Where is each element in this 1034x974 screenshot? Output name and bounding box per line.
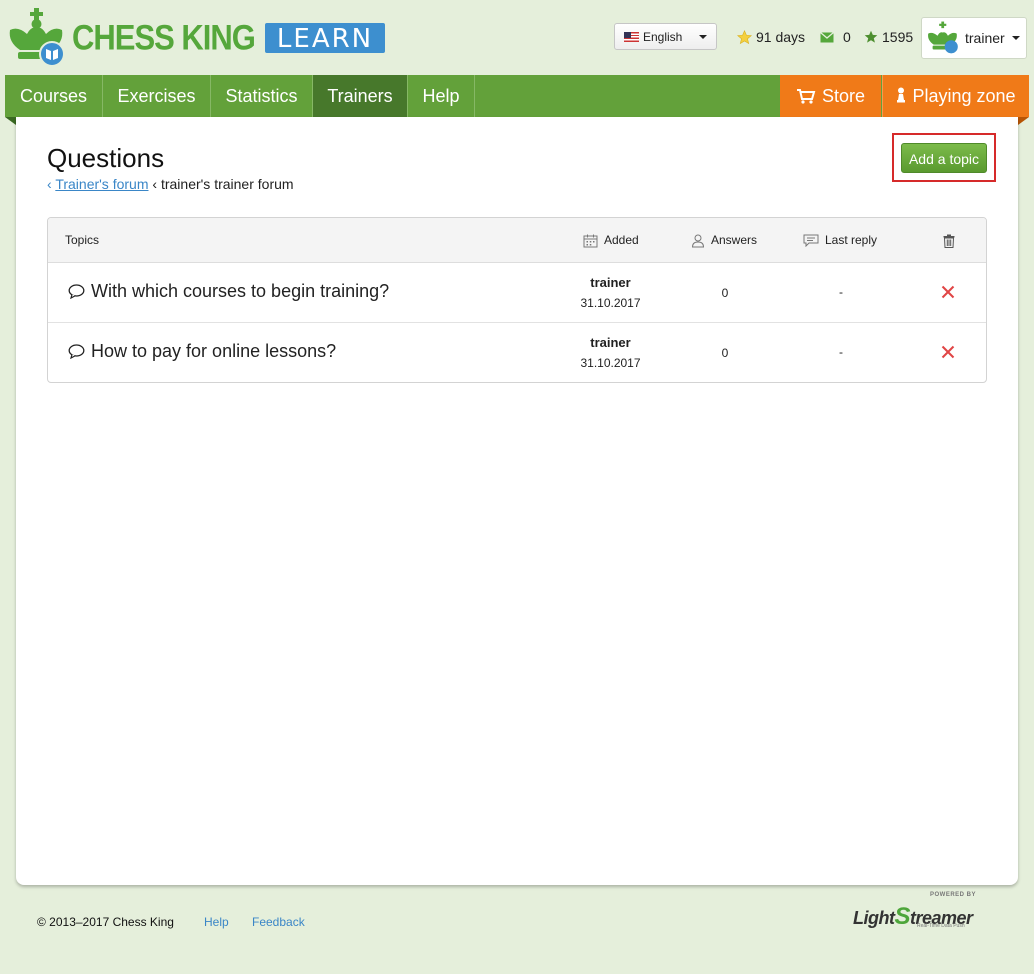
delete-icon[interactable]: [941, 285, 955, 299]
trash-icon: [943, 234, 955, 248]
topic-date: 31.10.2017: [580, 356, 641, 370]
table-row: How to pay for online lessons? trainer 3…: [48, 323, 986, 382]
header-answers-label: Answers: [711, 233, 758, 247]
rating[interactable]: 1595: [864, 29, 913, 45]
header-last-reply-label: Last reply: [825, 233, 878, 247]
nav-store[interactable]: Store: [780, 75, 881, 117]
breadcrumb: ‹ Trainer's forum ‹ trainer's trainer fo…: [47, 176, 294, 192]
star-green-icon: [864, 30, 878, 43]
lightstreamer-s: S: [894, 903, 910, 930]
nav-fold-right: [1018, 117, 1029, 125]
main-nav: Courses Exercises Statistics Trainers He…: [5, 75, 1029, 117]
content-panel: Questions ‹ Trainer's forum ‹ trainer's …: [16, 117, 1018, 885]
lightstreamer-tagline: Real-Time Data Push: [917, 923, 965, 929]
pawn-icon: [897, 87, 906, 103]
topics-table: Topics Added Answers Last reply With whi…: [47, 217, 987, 383]
days-label: 91 days: [756, 29, 806, 45]
comment-icon: [803, 234, 819, 247]
cart-icon: [796, 89, 816, 104]
topic-last-reply: -: [839, 345, 843, 359]
calendar-icon: [583, 234, 598, 247]
user-menu[interactable]: trainer: [921, 17, 1027, 59]
nav-fold-left: [5, 117, 16, 125]
subscription-days[interactable]: 91 days: [737, 29, 805, 45]
topic-author: trainer: [590, 335, 631, 350]
table-row: With which courses to begin training? tr…: [48, 263, 986, 323]
page-title: Questions: [47, 143, 165, 173]
header-answers: Answers: [691, 218, 757, 263]
header: CHESS KING LEARN English 91 days 0 1595 …: [0, 0, 1034, 74]
add-topic-button[interactable]: Add a topic: [901, 143, 987, 173]
topic-answers: 0: [721, 286, 729, 300]
store-label: Store: [821, 86, 866, 106]
topic-link[interactable]: With which courses to begin training?: [68, 281, 389, 302]
nav-help[interactable]: Help: [408, 75, 475, 117]
add-topic-highlight: Add a topic: [892, 133, 996, 182]
header-topics-label: Topics: [65, 233, 100, 247]
topic-date: 31.10.2017: [580, 296, 641, 310]
chevron-down-icon: [699, 35, 707, 39]
chevron-down-icon: [1012, 36, 1020, 40]
table-header: Topics Added Answers Last reply: [48, 218, 986, 263]
messages-count[interactable]: 0: [820, 29, 851, 45]
messages-label: 0: [843, 29, 851, 45]
breadcrumb-separator: ‹: [152, 176, 161, 192]
header-delete: [943, 218, 955, 263]
nav-statistics[interactable]: Statistics: [211, 75, 313, 117]
topic-link[interactable]: How to pay for online lessons?: [68, 341, 336, 362]
breadcrumb-current: trainer's trainer forum: [160, 176, 294, 192]
king-logo-icon: [9, 8, 65, 67]
header-added: Added: [583, 218, 639, 263]
logo-learn-badge: LEARN: [264, 23, 386, 54]
lightstreamer-light: Light: [853, 908, 895, 928]
delete-icon[interactable]: [941, 345, 955, 359]
logo-text: CHESS KING: [72, 17, 256, 58]
lightstreamer-logo[interactable]: POWERED BY LightStreamer Real-Time Data …: [852, 892, 982, 932]
rating-label: 1595: [882, 29, 914, 45]
us-flag-icon: [624, 31, 639, 42]
speech-bubble-icon: [68, 344, 85, 359]
topic-author: trainer: [590, 275, 631, 290]
speech-bubble-icon: [68, 284, 85, 299]
user-icon: [691, 234, 705, 247]
username: trainer: [965, 30, 1005, 46]
language-select[interactable]: English: [614, 23, 717, 50]
topic-last-reply: -: [839, 285, 843, 299]
chess-king-logo[interactable]: CHESS KING LEARN: [6, 8, 386, 68]
powered-by-label: POWERED BY: [930, 892, 977, 898]
avatar: [928, 21, 958, 54]
header-topics: Topics: [65, 218, 99, 263]
nav-trainers[interactable]: Trainers: [313, 75, 408, 117]
breadcrumb-link-trainers-forum[interactable]: Trainer's forum: [55, 176, 148, 192]
topic-title: How to pay for online lessons?: [91, 341, 337, 361]
footer-help-link[interactable]: Help: [204, 915, 229, 929]
nav-exercises[interactable]: Exercises: [103, 75, 211, 117]
playing-zone-label: Playing zone: [912, 86, 1016, 106]
language-label: English: [643, 29, 683, 44]
topic-answers: 0: [721, 346, 729, 360]
footer-copyright: © 2013–2017 Chess King: [37, 915, 174, 929]
nav-playing-zone[interactable]: Playing zone: [882, 75, 1029, 117]
topic-title: With which courses to begin training?: [91, 281, 390, 301]
nav-courses[interactable]: Courses: [5, 75, 103, 117]
footer-feedback-link[interactable]: Feedback: [252, 915, 305, 929]
star-gold-icon: [737, 29, 752, 44]
envelope-icon: [820, 31, 834, 42]
header-added-label: Added: [604, 233, 639, 247]
header-last-reply: Last reply: [803, 218, 877, 263]
